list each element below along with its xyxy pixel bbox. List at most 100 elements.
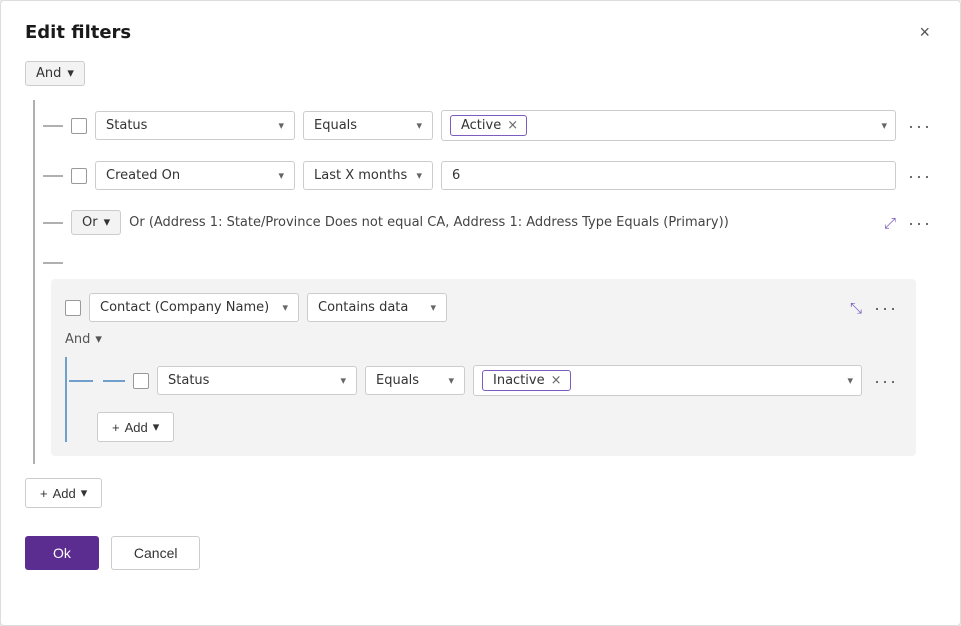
sub-row1-value-field: Inactive × ▾ — [473, 365, 862, 396]
nested-and-chevron: ▾ — [95, 332, 102, 347]
close-button[interactable]: × — [913, 21, 936, 43]
row1-tag-label: Active — [461, 118, 501, 133]
top-and-chevron: ▾ — [67, 66, 74, 81]
dialog-title: Edit filters — [25, 22, 131, 43]
nested-condition-label: Contains data — [318, 300, 408, 315]
sub-row1-tag-remove[interactable]: × — [551, 374, 562, 387]
row2-condition-chevron: ▾ — [416, 169, 422, 182]
row1-condition-label: Equals — [314, 118, 357, 133]
sub-row1-value-chevron: ▾ — [847, 374, 853, 387]
edit-filters-dialog: Edit filters × And ▾ Status ▾ Equals ▾ — [0, 0, 961, 626]
vline-seg-nested — [33, 245, 35, 464]
sub-filter-row-1: Status ▾ Equals ▾ Inactive — [69, 357, 902, 404]
row1-condition-chevron: ▾ — [416, 119, 422, 132]
nested-field-select[interactable]: Contact (Company Name) ▾ — [89, 293, 299, 322]
sub-row1-field-label: Status — [168, 373, 209, 388]
row-content-1: Status ▾ Equals ▾ Active × ▾ ··· — [43, 100, 936, 151]
filter-row-1: Status ▾ Equals ▾ Active × ▾ ··· — [25, 100, 936, 151]
nested-condition-chevron: ▾ — [430, 301, 436, 314]
sub-row1-condition-label: Equals — [376, 373, 419, 388]
row2-more-button[interactable]: ··· — [904, 165, 936, 187]
filter-row-2: Created On ▾ Last X months ▾ 6 ··· — [25, 151, 936, 200]
sub-row1-tag-label: Inactive — [493, 373, 545, 388]
sub-row1-condition-select[interactable]: Equals ▾ — [365, 366, 465, 395]
bottom-add-row: + Add ▾ — [25, 478, 936, 508]
nested-checkbox[interactable] — [65, 300, 81, 316]
nested-add-label: Add — [125, 420, 148, 435]
top-and-label: And — [36, 66, 61, 81]
row1-more-button[interactable]: ··· — [904, 115, 936, 137]
nested-group-row: Contact (Company Name) ▾ Contains data ▾… — [25, 245, 936, 464]
or-more-button[interactable]: ··· — [904, 212, 936, 234]
nested-and-label: And — [65, 332, 90, 347]
row2-condition-select[interactable]: Last X months ▾ — [303, 161, 433, 190]
vline-col-or — [25, 200, 43, 245]
bottom-add-chevron: ▾ — [81, 485, 88, 501]
or-description: Or (Address 1: State/Province Does not e… — [129, 215, 876, 230]
row1-field-label: Status — [106, 118, 147, 133]
dialog-footer: Ok Cancel — [25, 536, 936, 570]
or-group-row: Or ▾ Or (Address 1: State/Province Does … — [25, 200, 936, 245]
sub-filter-container: Status ▾ Equals ▾ Inactive — [65, 357, 902, 442]
sub-vline — [65, 357, 67, 442]
nested-add-plus: + — [112, 420, 120, 435]
sub-row1-field-chevron: ▾ — [340, 374, 346, 387]
sub-rows: Status ▾ Equals ▾ Inactive — [69, 357, 902, 442]
nested-add-row: + Add ▾ — [69, 404, 902, 442]
or-dropdown[interactable]: Or ▾ — [71, 210, 121, 235]
row1-value-chevron: ▾ — [881, 119, 887, 132]
row1-tag-remove[interactable]: × — [507, 119, 518, 132]
nested-and-sub: And ▾ — [65, 332, 902, 347]
row2-field-label: Created On — [106, 168, 180, 183]
ok-button[interactable]: Ok — [25, 536, 99, 570]
nested-more-button[interactable]: ··· — [870, 297, 902, 319]
sub-hline-1 — [103, 380, 125, 382]
cancel-button[interactable]: Cancel — [111, 536, 201, 570]
top-and-dropdown[interactable]: And ▾ — [25, 61, 85, 86]
bottom-add-plus: + — [40, 486, 48, 501]
vline-seg-2 — [33, 151, 35, 200]
bottom-add-button[interactable]: + Add ▾ — [25, 478, 102, 508]
nested-field-chevron: ▾ — [282, 301, 288, 314]
nested-group-box: Contact (Company Name) ▾ Contains data ▾… — [51, 279, 916, 456]
or-label: Or — [82, 215, 98, 230]
row2-value-label: 6 — [452, 168, 460, 183]
hline-1 — [43, 125, 63, 127]
or-row-content: Or ▾ Or (Address 1: State/Province Does … — [43, 200, 936, 245]
sub-row1-value-tag: Inactive × — [482, 370, 571, 391]
row2-condition-label: Last X months — [314, 168, 407, 183]
sub-row1-condition-chevron: ▾ — [448, 374, 454, 387]
vline-seg-1 — [33, 100, 35, 151]
row1-value-field: Active × ▾ — [441, 110, 896, 141]
sub-row1-more-button[interactable]: ··· — [870, 370, 902, 392]
vline-col-2 — [25, 151, 43, 200]
or-chevron: ▾ — [104, 215, 111, 230]
sub-row1-checkbox[interactable] — [133, 373, 149, 389]
row-content-2: Created On ▾ Last X months ▾ 6 ··· — [43, 151, 936, 200]
row1-condition-select[interactable]: Equals ▾ — [303, 111, 433, 140]
dialog-header: Edit filters × — [25, 21, 936, 43]
nested-collapse-icon[interactable]: ⤡ — [850, 299, 862, 317]
nested-condition-select[interactable]: Contains data ▾ — [307, 293, 447, 322]
nested-field-label: Contact (Company Name) — [100, 300, 269, 315]
row2-field-select[interactable]: Created On ▾ — [95, 161, 295, 190]
row1-field-chevron: ▾ — [278, 119, 284, 132]
vline-col-nested — [25, 245, 43, 464]
hline-nested — [43, 262, 63, 264]
row2-value-input[interactable]: 6 — [441, 161, 896, 190]
hline-2 — [43, 175, 63, 177]
sub-row1-field-select[interactable]: Status ▾ — [157, 366, 357, 395]
vline-seg-or — [33, 200, 35, 245]
bottom-add-label: Add — [53, 486, 76, 501]
row1-field-select[interactable]: Status ▾ — [95, 111, 295, 140]
nested-group-header: Contact (Company Name) ▾ Contains data ▾… — [65, 293, 902, 322]
filter-rows-container: Status ▾ Equals ▾ Active × ▾ ··· — [25, 100, 936, 464]
nested-add-chevron: ▾ — [153, 419, 160, 435]
row2-checkbox[interactable] — [71, 168, 87, 184]
row1-checkbox[interactable] — [71, 118, 87, 134]
row2-field-chevron: ▾ — [278, 169, 284, 182]
vline-col-1 — [25, 100, 43, 151]
or-expand-icon[interactable]: ⤢ — [884, 214, 896, 232]
nested-add-button[interactable]: + Add ▾ — [97, 412, 174, 442]
hline-or — [43, 222, 63, 224]
